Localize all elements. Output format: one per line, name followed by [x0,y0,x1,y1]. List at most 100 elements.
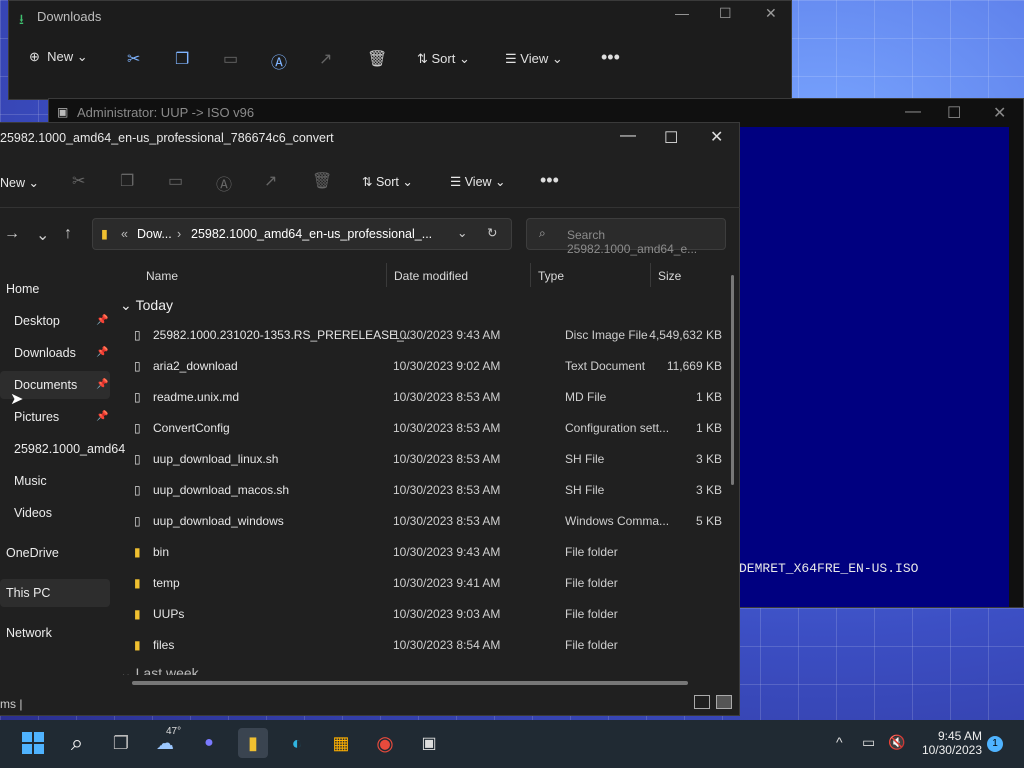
file-type: File folder [565,576,618,590]
horizontal-scrollbar[interactable] [132,681,688,685]
rename-icon[interactable]: Ⓐ [271,49,287,73]
cut-icon[interactable]: ✂ [72,171,85,191]
rename-icon[interactable]: Ⓐ [216,171,232,195]
chat-icon[interactable]: ● [194,728,224,758]
view-button[interactable]: ☰ View ⌄ [505,51,563,67]
console-output: DEMRET_X64FRE_EN-US.ISO [739,561,919,576]
minimize-button[interactable]: — [675,5,689,21]
clock-date: 10/30/2023 [921,743,982,757]
more-options-button[interactable]: ••• [540,170,559,191]
cut-icon[interactable]: ✂ [127,49,140,69]
task-view-icon[interactable]: ❐ [106,728,136,758]
chevron-down-icon[interactable]: ⌄ [457,225,467,240]
column-name[interactable]: Name [146,269,178,283]
details-view-icon[interactable] [694,695,710,709]
file-date: 10/30/2023 9:43 AM [393,328,501,342]
sidebar-item-network[interactable]: Network [0,619,110,647]
refresh-icon[interactable]: ↻ [487,225,497,240]
copy-icon[interactable]: ❐ [120,171,134,191]
list-item[interactable]: ▯ uup_download_windows 10/30/2023 8:53 AM W… [114,506,722,537]
notification-badge[interactable]: 1 [987,736,1003,752]
forward-button[interactable]: → [4,225,20,243]
file-size: 5 KB [695,514,722,528]
delete-icon[interactable]: 🗑 [367,49,387,69]
list-item[interactable]: ▮ bin 10/30/2023 9:43 AM File folder [114,537,714,568]
search-input[interactable]: ⌕ Search 25982.1000_amd64_e... [526,218,726,256]
vertical-scrollbar[interactable] [731,275,734,485]
sidebar-item-music[interactable]: Music [0,467,110,495]
console-area[interactable] [739,127,1009,607]
paste-icon[interactable]: ▭ [168,171,183,191]
sidebar-item-onedrive[interactable]: OneDrive [0,539,110,567]
column-size[interactable]: Size [658,269,681,283]
list-item[interactable]: ▯ ConvertConfig 10/30/2023 8:53 AM Configur… [114,413,722,444]
terminal-icon[interactable]: ▣ [414,728,444,758]
share-icon[interactable]: ↗ [319,49,332,69]
network-icon[interactable]: ▭ [862,734,875,751]
tiles-view-icon[interactable] [716,695,732,709]
up-button[interactable]: ↑ [64,225,72,243]
column-date[interactable]: Date modified [394,269,468,283]
terminal-icon: ▣ [57,105,69,119]
clock[interactable]: 9:45 AM 10/30/2023 [910,729,982,757]
minimize-button[interactable]: — [620,127,636,145]
new-button[interactable]: New ⌄ [0,175,39,190]
group-header-last-week[interactable]: ⌄ Last week [120,665,199,675]
delete-icon[interactable]: 🗑 [312,171,332,191]
close-button[interactable]: ✕ [993,103,1006,123]
start-button[interactable] [18,728,48,758]
folder-icon: ▮ [134,607,141,621]
chevron-up-icon[interactable]: ^ [836,734,843,750]
volume-icon[interactable]: 🔇 [888,734,905,751]
chrome-icon[interactable]: ◉ [370,728,400,758]
file-date: 10/30/2023 8:53 AM [393,452,501,466]
close-button[interactable]: ✕ [765,5,777,22]
file-explorer-icon[interactable]: ▮ [238,728,268,758]
sort-button[interactable]: ⇅ Sort ⌄ [417,51,470,67]
sidebar-item-videos[interactable]: Videos [0,499,110,527]
downloads-window-background[interactable]: ⭳ Downloads — ☐ ✕ ⊕ New ⌄ ✂ ❐ ▭ Ⓐ ↗ 🗑 ⇅ … [8,0,792,100]
maximize-button[interactable]: ☐ [664,128,678,148]
group-header-today[interactable]: ⌄ Today [120,297,173,314]
file-list: ▯ 25982.1000.231020-1353.RS_PRERELEASE_..… [114,320,734,672]
file-size: 11,669 KB [666,359,722,373]
breadcrumb-parent[interactable]: Dow... [137,227,172,241]
explorer-window[interactable]: 25982.1000_amd64_en-us_professional_7866… [0,122,740,716]
list-item[interactable]: ▯ 25982.1000.231020-1353.RS_PRERELEASE_..… [114,320,722,351]
list-item[interactable]: ▮ files 10/30/2023 8:54 AM File folder [114,630,714,661]
list-item[interactable]: ▯ uup_download_macos.sh 10/30/2023 8:53 AM… [114,475,722,506]
sidebar-item-this-pc[interactable]: This PC [0,579,110,607]
maximize-button[interactable]: ☐ [719,5,732,22]
store-icon[interactable]: ▦ [326,728,356,758]
sort-button[interactable]: ⇅ Sort ⌄ [362,174,413,189]
sidebar-item-home[interactable]: Home [0,275,110,303]
minimize-button[interactable]: — [905,103,921,121]
list-item[interactable]: ▯ uup_download_linux.sh 10/30/2023 8:53 AM… [114,444,722,475]
more-options-button[interactable]: ••• [601,47,620,68]
file-icon: ▯ [134,421,141,435]
list-item[interactable]: ▮ temp 10/30/2023 9:41 AM File folder [114,568,714,599]
folder-icon: ▮ [134,576,141,590]
sidebar-item-desktop[interactable]: Desktop 📌 [0,307,110,335]
close-button[interactable]: ✕ [710,127,723,147]
file-type: Windows Comma... [565,514,670,528]
edge-icon[interactable]: ◐ [282,728,312,758]
list-item[interactable]: ▯ readme.unix.md 10/30/2023 8:53 AM MD File… [114,382,722,413]
copy-icon[interactable]: ❐ [175,49,189,69]
list-item[interactable]: ▮ UUPs 10/30/2023 9:03 AM File folder [114,599,714,630]
window-title: 25982.1000_amd64_en-us_professional_7866… [0,131,334,145]
new-button[interactable]: ⊕ New ⌄ [29,49,88,65]
address-bar[interactable]: ▮ « Dow... › 25982.1000_amd64_en-us_prof… [92,218,512,250]
breadcrumb-current[interactable]: 25982.1000_amd64_en-us_professional_... [191,227,432,241]
search-icon[interactable]: ⌕ [62,728,92,758]
weather-icon[interactable]: ☁ 47° [150,726,181,758]
maximize-button[interactable]: ☐ [947,103,961,123]
list-item[interactable]: ▯ aria2_download 10/30/2023 9:02 AM Text Do… [114,351,722,382]
recent-dropdown-icon[interactable]: ⌄ [36,225,49,245]
sidebar-item-downloads[interactable]: Downloads 📌 [0,339,110,367]
sidebar-item-folder[interactable]: 25982.1000_amd64 [0,435,125,463]
column-type[interactable]: Type [538,269,564,283]
paste-icon[interactable]: ▭ [223,49,238,69]
view-button[interactable]: ☰ View ⌄ [450,174,506,189]
share-icon[interactable]: ↗ [264,171,277,191]
